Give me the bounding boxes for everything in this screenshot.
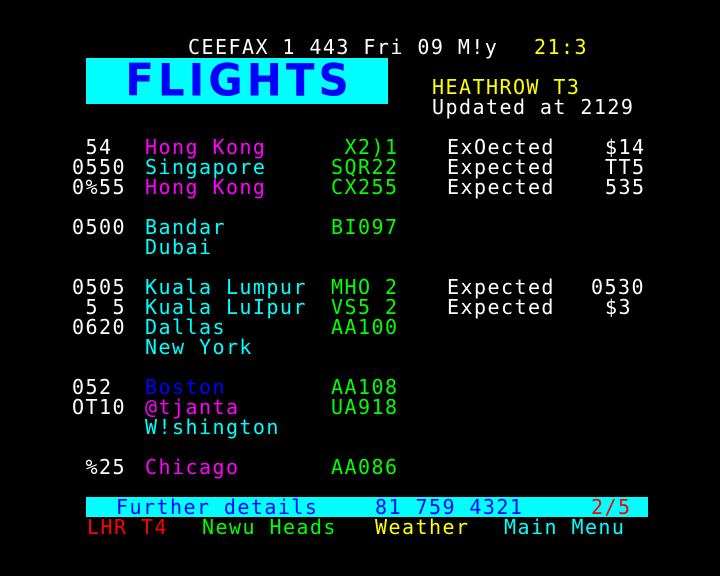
flight-city: Kuala Lumpur (145, 275, 307, 299)
flight-time: 0620 (72, 315, 126, 339)
fastext-cyan-link[interactable]: Main Menu (504, 517, 625, 537)
flight-eta: 0530 (591, 275, 645, 299)
flight-time: 052 (72, 375, 113, 399)
flight-time: 0%55 (72, 175, 126, 199)
flight-city: Hong Kong (145, 175, 267, 199)
flight-eta: 535 (605, 175, 646, 199)
fastext-yellow-link[interactable]: Weather (375, 517, 469, 537)
banner-title: FLIGHTS (125, 54, 353, 107)
flight-number: AA086 (331, 455, 399, 479)
flight-number: MHO 2 (331, 275, 399, 299)
flight-eta: $14 (605, 135, 646, 159)
page-counter: 2/5 (591, 495, 632, 519)
flight-time: OT10 (72, 395, 126, 419)
flight-time: 0505 (72, 275, 126, 299)
flight-number: CX255 (331, 175, 399, 199)
info-label: Further details (116, 495, 319, 519)
flight-city: @tjanta (145, 395, 240, 419)
flight-number: VS5 2 (331, 295, 399, 319)
flight-number: AA100 (331, 315, 399, 339)
flight-eta: TT5 (605, 155, 646, 179)
flight-city-via: Dubai (145, 235, 213, 259)
flight-time: %25 (72, 455, 126, 479)
flight-status: ExOected (447, 135, 555, 159)
flight-number: BI097 (331, 215, 399, 239)
flight-time: 0550 (72, 155, 126, 179)
flight-number: SQR22 (331, 155, 399, 179)
updated-label: Updated at 2129 (432, 95, 635, 119)
flight-eta: $3 (605, 295, 632, 319)
flight-status: Expected (447, 275, 555, 299)
flight-time: 54 (72, 135, 113, 159)
flight-city-via: W!shington (145, 415, 280, 439)
flight-city: Boston (145, 375, 226, 399)
header-clock: 21:3 (534, 35, 588, 59)
terminal-label: HEATHROW T3 (432, 75, 581, 99)
flight-number: UA918 (331, 395, 399, 419)
fastext-green-link[interactable]: Newu Heads (202, 517, 337, 537)
flight-city: Hong Kong (145, 135, 267, 159)
flight-status: Expected (447, 295, 555, 319)
flight-city: Singapore (145, 155, 267, 179)
flight-city: Bandar (145, 215, 226, 239)
flight-time: 0500 (72, 215, 126, 239)
flight-city: Dallas (145, 315, 226, 339)
fastext-red-link[interactable]: LHR T4 (87, 517, 168, 537)
info-phone: 81 759 4321 (375, 495, 524, 519)
flight-city: Chicago (145, 455, 240, 479)
flight-city: Kuala LuIpur (145, 295, 307, 319)
flight-time: 5 5 (72, 295, 126, 319)
flights-banner: FLIGHTS (86, 54, 388, 107)
flight-number: X2)1 (331, 135, 399, 159)
flight-status: Expected (447, 175, 555, 199)
flight-city-via: New York (145, 335, 253, 359)
flight-number: AA108 (331, 375, 399, 399)
flight-status: Expected (447, 155, 555, 179)
